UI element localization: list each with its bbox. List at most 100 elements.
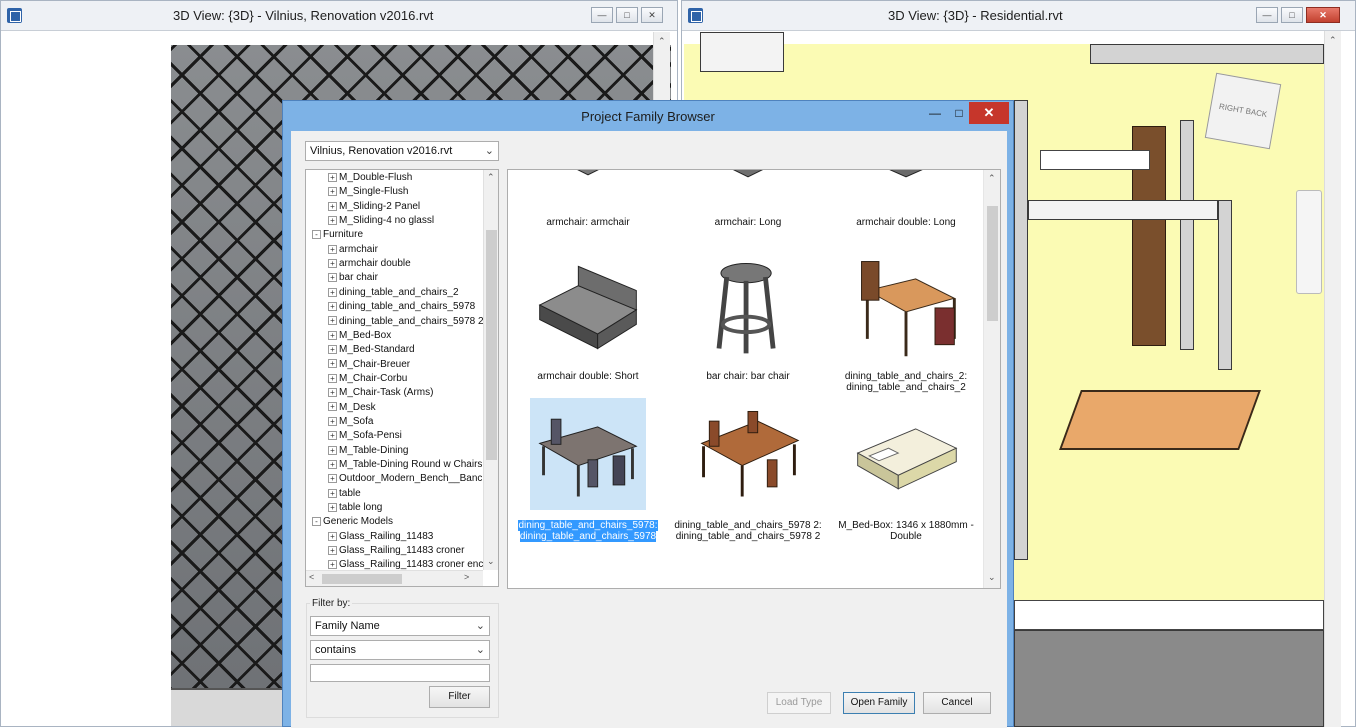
- open-family-button[interactable]: Open Family: [843, 692, 915, 714]
- family-thumbnail-item[interactable]: armchair: Long: [668, 170, 828, 288]
- expand-icon[interactable]: +: [328, 431, 337, 441]
- expand-icon[interactable]: +: [328, 416, 337, 426]
- scroll-up-icon[interactable]: ⌃: [487, 172, 495, 183]
- tree-item[interactable]: + M_Sofa: [328, 415, 373, 429]
- tree-item[interactable]: + table: [328, 487, 361, 501]
- expand-icon[interactable]: +: [328, 459, 337, 469]
- tree-item[interactable]: + bar chair: [328, 271, 378, 285]
- close-button[interactable]: ✕: [641, 7, 663, 23]
- expand-icon[interactable]: +: [328, 215, 337, 225]
- dialog-titlebar[interactable]: Project Family Browser — □ ✕: [283, 101, 1013, 131]
- filter-operator-select[interactable]: contains ⌄: [310, 640, 490, 660]
- dialog-title: Project Family Browser: [581, 109, 715, 124]
- tree-item[interactable]: + armchair double: [328, 257, 411, 271]
- family-thumbnail-grid[interactable]: M_Bed-Box: 1346 x 1880mm - Double dining_t…: [507, 169, 1001, 589]
- grid-vertical-scrollbar[interactable]: ⌃ ⌄: [983, 170, 1000, 588]
- expand-icon[interactable]: +: [328, 373, 337, 383]
- expand-icon[interactable]: +: [328, 445, 337, 455]
- scrollbar-thumb[interactable]: [322, 574, 402, 584]
- family-thumbnail-item[interactable]: armchair double: Long: [826, 170, 986, 288]
- restore-button[interactable]: □: [616, 7, 638, 23]
- tree-vertical-scrollbar[interactable]: ⌃ ⌄: [483, 170, 498, 570]
- expand-icon[interactable]: +: [328, 258, 337, 268]
- tree-item[interactable]: + M_Chair-Task (Arms): [328, 386, 433, 400]
- scroll-up-icon[interactable]: ⌃: [658, 36, 666, 47]
- navigation-bar[interactable]: [1296, 190, 1322, 294]
- filter-field-select[interactable]: Family Name ⌄: [310, 616, 490, 636]
- scroll-down-icon[interactable]: ⌄: [487, 556, 495, 567]
- viewcube[interactable]: RIGHT BACK: [1204, 72, 1282, 150]
- scroll-up-icon[interactable]: ⌃: [1329, 35, 1337, 46]
- expand-icon[interactable]: +: [328, 244, 337, 254]
- tree-item[interactable]: + M_Bed-Standard: [328, 343, 415, 357]
- expand-icon[interactable]: +: [328, 187, 337, 197]
- tree-item[interactable]: + Glass_Railing_11483 croner: [328, 544, 464, 558]
- tree-item[interactable]: + M_Double-Flush: [328, 171, 412, 185]
- dialog-close-button[interactable]: ✕: [969, 102, 1009, 124]
- tree-item[interactable]: + M_Single-Flush: [328, 185, 408, 199]
- dialog-maximize-button[interactable]: □: [949, 105, 969, 123]
- tree-item[interactable]: + M_Chair-Corbu: [328, 372, 407, 386]
- project-family-browser-dialog[interactable]: Project Family Browser — □ ✕ Vilnius, Re…: [282, 100, 1014, 728]
- tree-item[interactable]: + M_Desk: [328, 401, 376, 415]
- tree-item[interactable]: + table long: [328, 501, 382, 515]
- project-select[interactable]: Vilnius, Renovation v2016.rvt ⌄: [305, 141, 499, 161]
- left-window-titlebar[interactable]: 3D View: {3D} - Vilnius, Renovation v201…: [1, 1, 677, 31]
- right-view-scrollbar[interactable]: ⌃: [1324, 31, 1341, 727]
- minimize-button[interactable]: —: [1256, 7, 1278, 23]
- tree-item[interactable]: + Outdoor_Modern_Bench__Banc: [328, 472, 482, 486]
- dialog-minimize-button[interactable]: —: [925, 105, 945, 123]
- expand-icon[interactable]: +: [328, 488, 337, 498]
- filter-text-input[interactable]: [310, 664, 490, 682]
- collapse-icon[interactable]: -: [312, 230, 321, 240]
- tree-item[interactable]: + dining_table_and_chairs_2: [328, 286, 459, 300]
- family-thumbnail-item[interactable]: armchair: armchair: [508, 170, 668, 288]
- expand-icon[interactable]: +: [328, 330, 337, 340]
- scrollbar-thumb[interactable]: [987, 206, 998, 321]
- load-type-button[interactable]: Load Type: [767, 692, 831, 714]
- tree-item[interactable]: + M_Bed-Box: [328, 329, 391, 343]
- expand-icon[interactable]: +: [328, 502, 337, 512]
- expand-icon[interactable]: +: [328, 359, 337, 369]
- tree-item[interactable]: + armchair: [328, 243, 378, 257]
- tree-item[interactable]: - Furniture: [312, 228, 363, 242]
- cancel-button[interactable]: Cancel: [923, 692, 991, 714]
- close-button[interactable]: ✕: [1306, 7, 1340, 23]
- expand-icon[interactable]: +: [328, 474, 337, 484]
- tree-item[interactable]: + M_Table-Dining Round w Chairs: [328, 458, 482, 472]
- expand-icon[interactable]: +: [328, 172, 337, 182]
- family-tree[interactable]: + Glass_Railing_11483 croner enc + Glass_Ra…: [305, 169, 499, 587]
- tree-item[interactable]: + dining_table_and_chairs_5978: [328, 300, 475, 314]
- tree-horizontal-scrollbar[interactable]: < >: [306, 570, 483, 586]
- collapse-icon[interactable]: -: [312, 517, 321, 527]
- expand-icon[interactable]: +: [328, 287, 337, 297]
- scroll-down-icon[interactable]: ⌄: [988, 572, 996, 583]
- expand-icon[interactable]: +: [328, 316, 337, 326]
- tree-item[interactable]: + M_Sliding-4 no glassl: [328, 214, 434, 228]
- expand-icon[interactable]: +: [328, 560, 337, 570]
- tree-item[interactable]: + M_Sliding-2 Panel: [328, 200, 420, 214]
- expand-icon[interactable]: +: [328, 201, 337, 211]
- filter-field-value: Family Name: [315, 620, 380, 632]
- scroll-right-icon[interactable]: >: [464, 572, 469, 582]
- expand-icon[interactable]: +: [328, 545, 337, 555]
- tree-item[interactable]: - Generic Models: [312, 515, 393, 529]
- scroll-left-icon[interactable]: <: [309, 572, 314, 582]
- expand-icon[interactable]: +: [328, 388, 337, 398]
- tree-item[interactable]: + Glass_Railing_11483: [328, 530, 433, 544]
- right-window-titlebar[interactable]: 3D View: {3D} - Residential.rvt — □ ✕: [682, 1, 1355, 31]
- expand-icon[interactable]: +: [328, 273, 337, 283]
- scrollbar-thumb[interactable]: [486, 230, 497, 460]
- expand-icon[interactable]: +: [328, 402, 337, 412]
- filter-button[interactable]: Filter: [429, 686, 490, 708]
- restore-button[interactable]: □: [1281, 7, 1303, 23]
- expand-icon[interactable]: +: [328, 531, 337, 541]
- scroll-up-icon[interactable]: ⌃: [988, 173, 996, 184]
- minimize-button[interactable]: —: [591, 7, 613, 23]
- tree-item[interactable]: + M_Table-Dining: [328, 444, 408, 458]
- tree-item[interactable]: + M_Sofa-Pensi: [328, 429, 402, 443]
- expand-icon[interactable]: +: [328, 302, 337, 311]
- tree-item[interactable]: + M_Chair-Breuer: [328, 358, 410, 372]
- expand-icon[interactable]: +: [328, 345, 337, 355]
- tree-item[interactable]: + dining_table_and_chairs_5978 2: [328, 315, 484, 329]
